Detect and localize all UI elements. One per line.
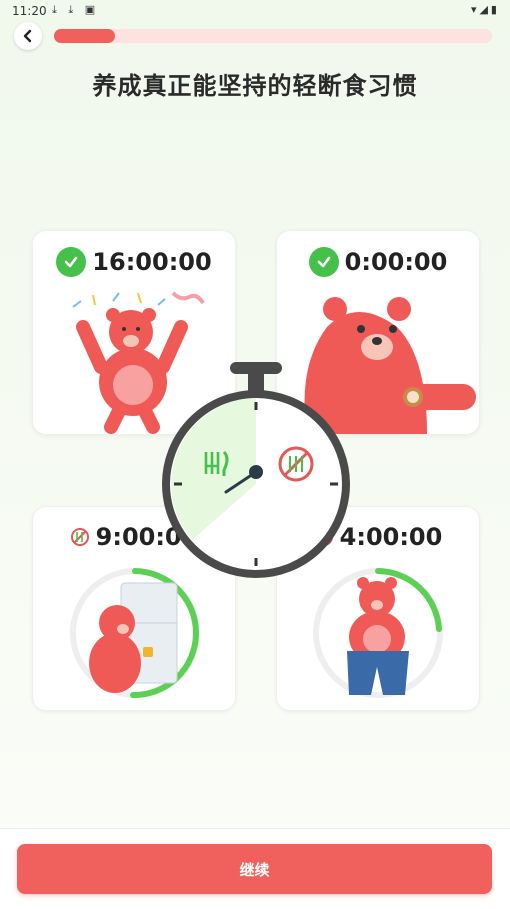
check-icon xyxy=(56,247,87,277)
continue-button[interactable]: 继续 xyxy=(17,844,492,894)
page-title: 养成真正能坚持的轻断食习惯 xyxy=(92,72,418,100)
no-fork-knife-icon xyxy=(278,446,314,482)
status-time: 11:20 xyxy=(12,4,47,18)
progress-bar xyxy=(54,29,492,43)
card-time: 4:00:00 xyxy=(339,523,443,551)
bear-loose-jeans-illustration xyxy=(313,568,443,698)
download-icon: ⤓ ⤓ ▣ xyxy=(52,3,100,16)
fasting-timer-graphic xyxy=(162,362,350,578)
card-time: 16:00:00 xyxy=(92,248,212,276)
status-bar: 11:20 ⤓ ⤓ ▣ ▾◢▮ xyxy=(0,0,510,22)
progress-fill xyxy=(54,29,116,43)
bear-locked-fridge-illustration xyxy=(70,568,200,699)
no-food-icon xyxy=(70,528,89,546)
chevron-left-icon xyxy=(23,29,32,43)
check-icon xyxy=(308,247,339,277)
back-button[interactable] xyxy=(14,22,42,50)
signal-battery-icon: ▾◢▮ xyxy=(470,3,500,16)
card-time: 0:00:00 xyxy=(344,248,448,276)
